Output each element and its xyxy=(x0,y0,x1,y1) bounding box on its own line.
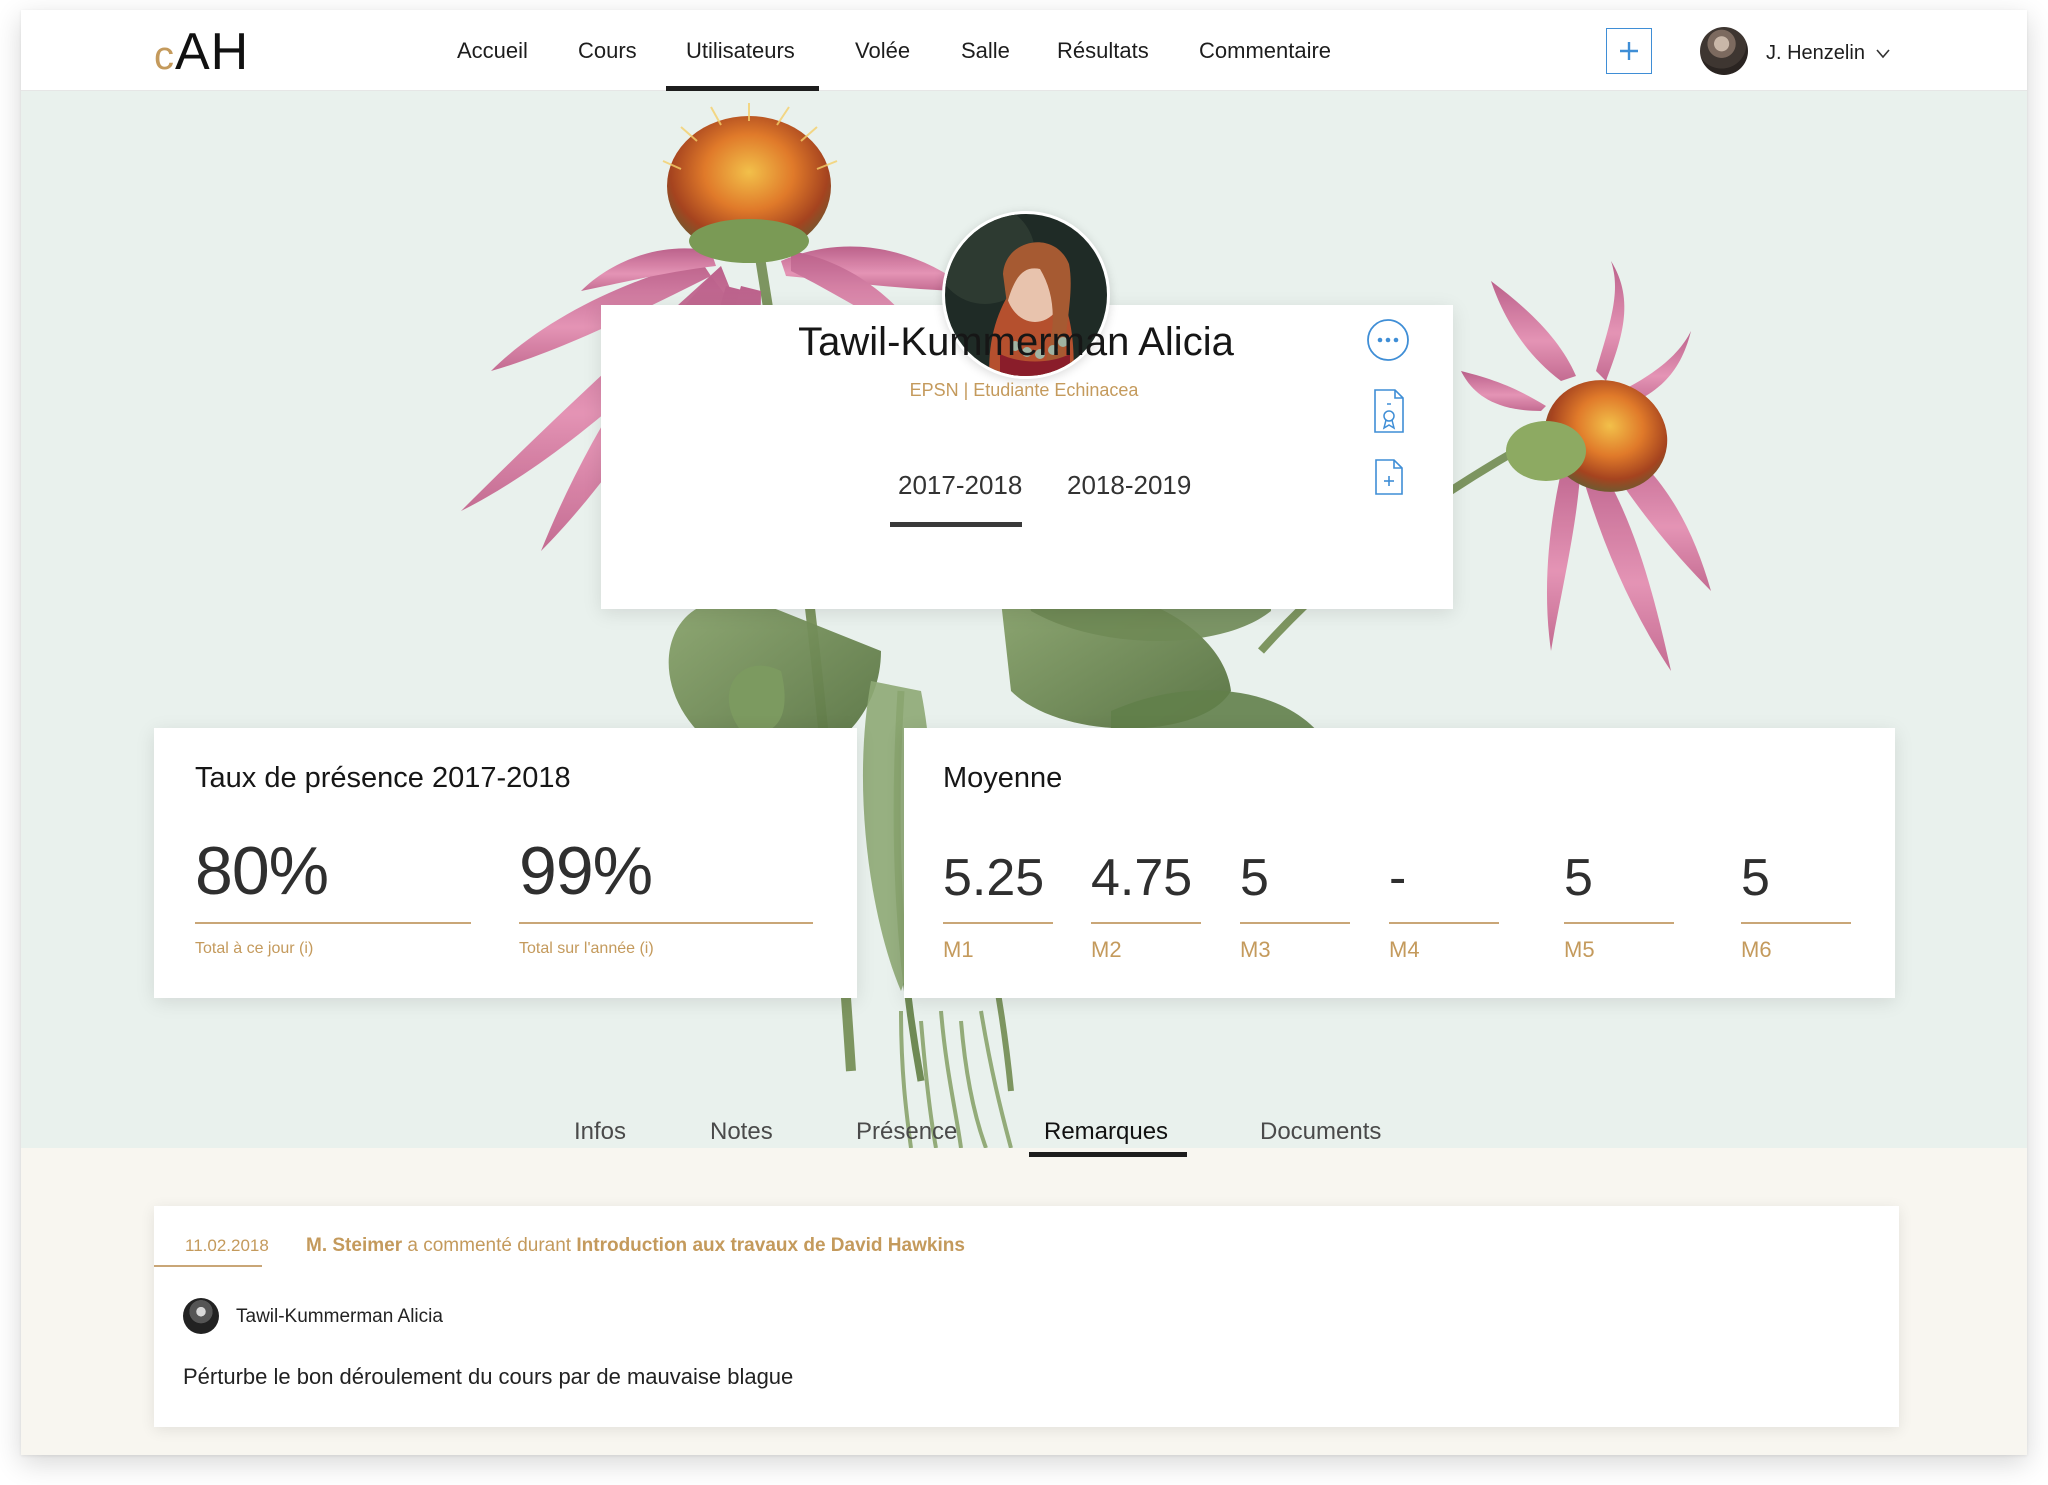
year-tab-indicator xyxy=(890,522,1022,527)
average-title: Moyenne xyxy=(943,762,1063,794)
average-m2-label: M2 xyxy=(1091,937,1122,962)
tab-remarques[interactable]: Remarques xyxy=(1044,1118,1168,1146)
remark-author-link[interactable]: M. Steimer xyxy=(306,1235,402,1256)
remark-date: 11.02.2018 xyxy=(185,1236,269,1255)
average-m4-label: M4 xyxy=(1389,937,1420,962)
remark-header: M. Steimer a commenté durant Introductio… xyxy=(306,1235,965,1257)
nav-item-accueil[interactable]: Accueil xyxy=(457,38,528,64)
more-options-icon[interactable] xyxy=(1366,318,1410,367)
average-m1-value: 5.25 xyxy=(943,849,1045,907)
student-subtitle: EPSN | Etudiante Echinacea xyxy=(909,380,1139,400)
certificate-document-icon[interactable] xyxy=(1373,388,1405,439)
nav-item-commentaire[interactable]: Commentaire xyxy=(1199,38,1331,64)
attendance-year-value: 99% xyxy=(519,833,653,909)
plus-icon xyxy=(1620,42,1638,60)
app-window: Tawil-Kummerman Alicia EPSN | Etudiante … xyxy=(21,10,2027,1455)
divider xyxy=(1240,922,1350,924)
tab-notes[interactable]: Notes xyxy=(710,1118,773,1146)
average-m1-label: M1 xyxy=(943,937,974,962)
user-menu-name[interactable]: J. Henzelin xyxy=(1766,42,1865,65)
attendance-title: Taux de présence 2017-2018 xyxy=(195,762,571,794)
tab-year-2018-2019[interactable]: 2018-2019 xyxy=(1067,470,1191,501)
attendance-to-date-value: 80% xyxy=(195,833,329,909)
nav-item-utilisateurs[interactable]: Utilisateurs xyxy=(686,38,795,64)
divider xyxy=(195,922,471,924)
average-m6-value: 5 xyxy=(1741,849,1770,907)
divider xyxy=(1389,922,1499,924)
average-m5-value: 5 xyxy=(1564,849,1593,907)
remark-course-link[interactable]: Introduction aux travaux de David Hawkin… xyxy=(576,1235,965,1256)
average-m4-value: - xyxy=(1389,849,1407,907)
tab-indicator xyxy=(1029,1152,1187,1157)
remark-text: Pérturbe le bon déroulement du cours par… xyxy=(183,1364,794,1389)
average-m3-value: 5 xyxy=(1240,849,1269,907)
chevron-down-icon[interactable] xyxy=(1876,46,1890,64)
attendance-to-date-caption[interactable]: Total à ce jour (i) xyxy=(195,940,313,958)
nav-item-salle[interactable]: Salle xyxy=(961,38,1010,64)
divider xyxy=(154,1265,262,1267)
student-name: Tawil-Kummerman Alicia xyxy=(798,320,1234,364)
avatar[interactable] xyxy=(1700,27,1748,75)
top-navbar: cAH Accueil Cours Utilisateurs Volée Sal… xyxy=(21,10,2027,91)
remark-action-text: a commenté durant xyxy=(402,1235,577,1256)
nav-item-volee[interactable]: Volée xyxy=(855,38,910,64)
remark-student-name: Tawil-Kummerman Alicia xyxy=(236,1306,443,1327)
average-m3-label: M3 xyxy=(1240,937,1271,962)
tab-presence[interactable]: Présence xyxy=(856,1118,957,1146)
average-m2-value: 4.75 xyxy=(1091,849,1193,907)
divider xyxy=(1091,922,1201,924)
tab-documents[interactable]: Documents xyxy=(1260,1118,1381,1146)
nav-item-cours[interactable]: Cours xyxy=(578,38,637,64)
nav-item-resultats[interactable]: Résultats xyxy=(1057,38,1149,64)
divider xyxy=(519,922,813,924)
average-m5-label: M5 xyxy=(1564,937,1595,962)
tab-infos[interactable]: Infos xyxy=(574,1118,626,1146)
nav-active-indicator xyxy=(666,86,819,91)
avatar xyxy=(183,1298,219,1334)
divider xyxy=(1564,922,1674,924)
add-button[interactable] xyxy=(1606,28,1652,74)
tab-year-2017-2018[interactable]: 2017-2018 xyxy=(898,470,1022,501)
divider xyxy=(943,922,1053,924)
divider xyxy=(1741,922,1851,924)
average-m6-label: M6 xyxy=(1741,937,1772,962)
attendance-year-caption[interactable]: Total sur l'année (i) xyxy=(519,940,654,958)
add-document-icon[interactable] xyxy=(1374,458,1404,501)
